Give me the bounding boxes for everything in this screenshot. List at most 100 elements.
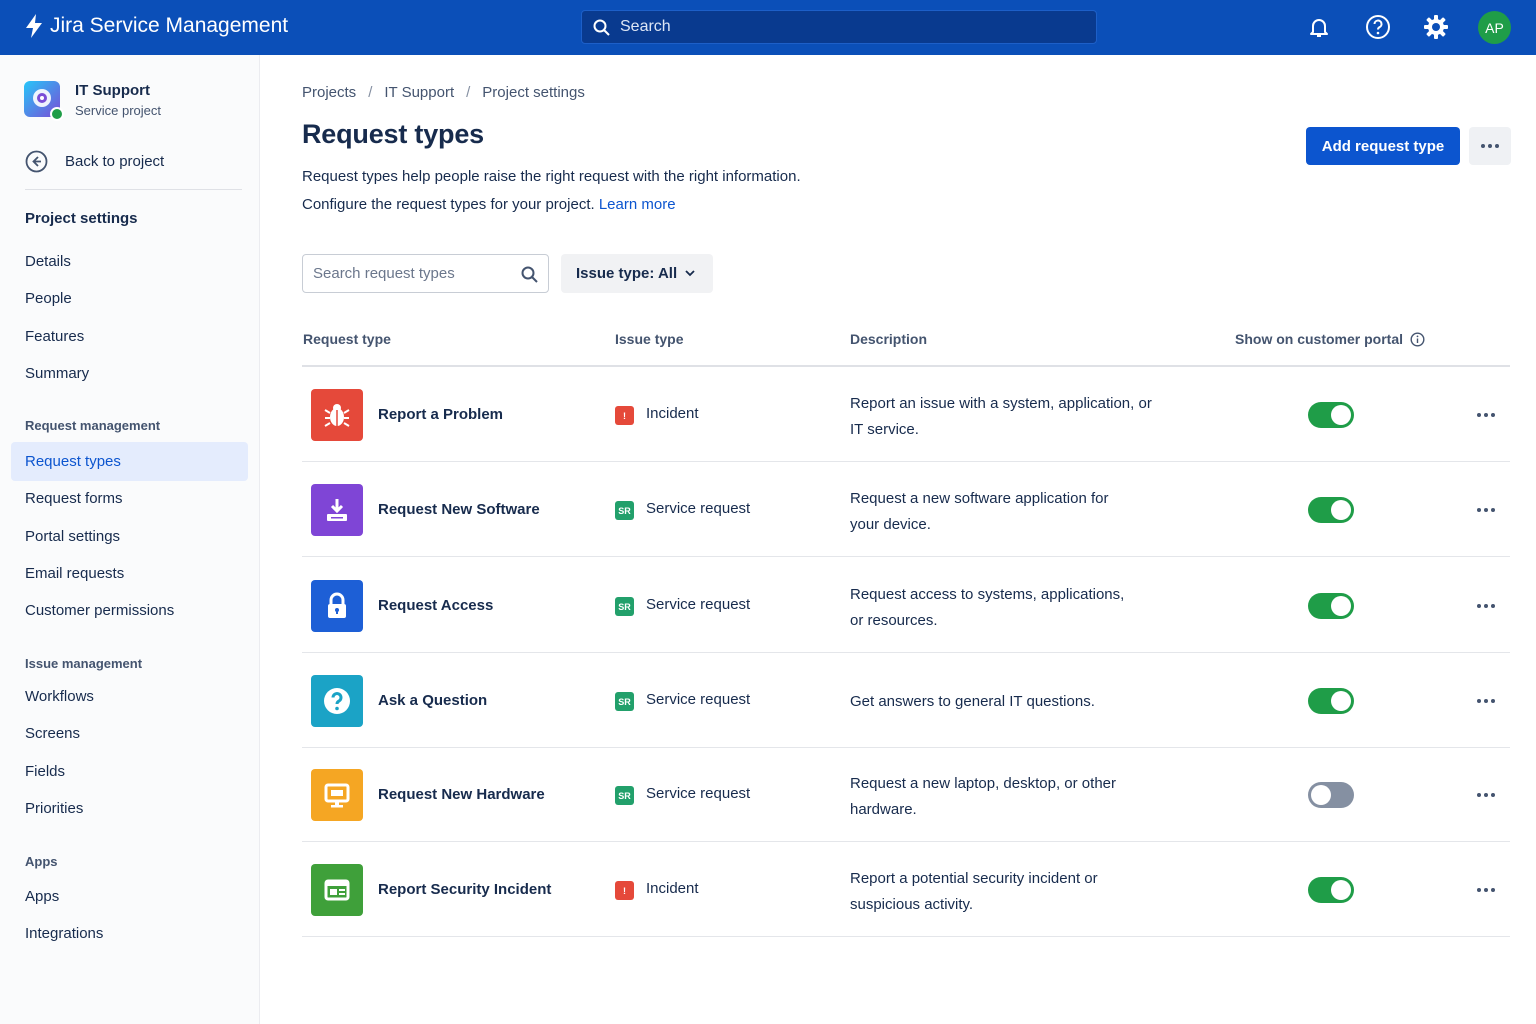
toggle-knob xyxy=(1331,500,1351,520)
sidebar-item-workflows[interactable]: Workflows xyxy=(25,688,94,705)
description-line: Report a potential security incident or xyxy=(850,870,1098,887)
sidebar-item-priorities[interactable]: Priorities xyxy=(25,800,83,817)
info-icon[interactable] xyxy=(1410,331,1425,347)
help-button[interactable] xyxy=(1364,13,1392,41)
request-type-description: Request a new laptop, desktop, or other h… xyxy=(850,771,1190,823)
monitor-icon xyxy=(311,769,363,821)
service-request-icon: SR xyxy=(615,501,634,520)
page-title: Request types xyxy=(302,119,484,149)
show-on-portal-toggle[interactable] xyxy=(1308,402,1354,428)
table-row[interactable]: Report a Problem! Incident Report an issue… xyxy=(302,367,1510,462)
breadcrumb: Projects / IT Support / Project settings xyxy=(302,84,585,101)
description-line: Get answers to general IT questions. xyxy=(850,693,1095,710)
page-more-actions-button[interactable] xyxy=(1469,127,1511,165)
show-on-portal-toggle[interactable] xyxy=(1308,497,1354,523)
back-to-project-link[interactable]: Back to project xyxy=(25,150,164,173)
lightning-icon xyxy=(26,14,42,38)
more-horizontal-icon xyxy=(1477,793,1495,797)
request-type-name[interactable]: Request New Software xyxy=(378,501,540,518)
page-description: Request types help people raise the righ… xyxy=(302,168,801,185)
toggle-knob xyxy=(1311,785,1331,805)
settings-button[interactable] xyxy=(1422,13,1450,41)
user-avatar[interactable]: AP xyxy=(1478,11,1511,44)
bug-icon xyxy=(311,389,363,441)
app-logo[interactable]: Jira Service Management xyxy=(24,14,288,38)
row-more-actions-button[interactable] xyxy=(1472,596,1500,616)
more-horizontal-icon xyxy=(1477,508,1495,512)
sidebar-item-customer-permissions[interactable]: Customer permissions xyxy=(25,602,174,619)
question-icon xyxy=(311,675,363,727)
back-label: Back to project xyxy=(65,153,165,170)
project-status-dot xyxy=(50,107,64,121)
project-avatar xyxy=(24,81,64,121)
issue-type-filter-dropdown[interactable]: Issue type: All xyxy=(561,254,713,293)
search-request-types-placeholder: Search request types xyxy=(313,265,455,282)
table-row[interactable]: Report Security Incident! Incident Report … xyxy=(302,842,1510,937)
learn-more-link[interactable]: Learn more xyxy=(599,196,676,213)
issue-type-label: Incident xyxy=(646,405,699,422)
breadcrumb-separator: / xyxy=(368,84,373,101)
show-on-portal-toggle[interactable] xyxy=(1308,593,1354,619)
sidebar-item-portal-settings[interactable]: Portal settings xyxy=(25,528,120,545)
breadcrumb-projects[interactable]: Projects xyxy=(302,84,356,101)
more-horizontal-icon xyxy=(1477,888,1495,892)
request-type-name[interactable]: Report a Problem xyxy=(378,406,503,423)
search-placeholder: Search xyxy=(620,18,671,35)
search-request-types-input[interactable]: Search request types xyxy=(302,254,549,293)
service-request-icon: SR xyxy=(615,597,634,616)
global-search-input[interactable]: Search xyxy=(581,10,1097,44)
sidebar-item-summary[interactable]: Summary xyxy=(25,365,89,382)
sidebar-item-apps[interactable]: Apps xyxy=(25,888,59,905)
row-more-actions-button[interactable] xyxy=(1472,405,1500,425)
sidebar-item-details[interactable]: Details xyxy=(25,253,71,270)
add-request-type-button[interactable]: Add request type xyxy=(1306,127,1460,165)
sidebar-item-screens[interactable]: Screens xyxy=(25,725,80,742)
description-line: your device. xyxy=(850,516,931,533)
issue-type-filter-label: Issue type: All xyxy=(576,265,678,282)
table-row[interactable]: Request New Hardware SR Service request Req… xyxy=(302,747,1510,842)
toggle-knob xyxy=(1331,596,1351,616)
more-horizontal-icon xyxy=(1477,413,1495,417)
breadcrumb-it-support[interactable]: IT Support xyxy=(384,84,454,101)
row-more-actions-button[interactable] xyxy=(1472,880,1500,900)
issue-type-label: Service request xyxy=(646,691,751,708)
breadcrumb-project-settings[interactable]: Project settings xyxy=(482,84,585,101)
toggle-knob xyxy=(1331,691,1351,711)
request-type-name[interactable]: Report Security Incident xyxy=(378,881,551,898)
sidebar-item-request-types[interactable]: Request types xyxy=(11,442,248,481)
sidebar-item-fields[interactable]: Fields xyxy=(25,763,65,780)
sidebar: IT Support Service project Back to proje… xyxy=(0,55,260,1024)
apps-heading: Apps xyxy=(25,854,58,869)
id-card-icon xyxy=(311,864,363,916)
notifications-button[interactable] xyxy=(1305,13,1333,41)
sidebar-item-email-requests[interactable]: Email requests xyxy=(25,565,124,582)
request-type-name[interactable]: Request New Hardware xyxy=(378,786,545,803)
description-line: Request a new laptop, desktop, or other xyxy=(850,775,1117,792)
row-more-actions-button[interactable] xyxy=(1472,691,1500,711)
show-on-portal-toggle[interactable] xyxy=(1308,877,1354,903)
arrow-left-circle-icon xyxy=(25,150,48,173)
description-line: suspicious activity. xyxy=(850,896,974,913)
description-line: IT service. xyxy=(850,421,919,438)
table-row[interactable]: Ask a Question SR Service request Get answe… xyxy=(302,653,1510,748)
show-on-portal-toggle[interactable] xyxy=(1308,688,1354,714)
column-header-request-type: Request type xyxy=(303,331,391,347)
request-type-name[interactable]: Ask a Question xyxy=(378,692,487,709)
sidebar-item-integrations[interactable]: Integrations xyxy=(25,925,103,942)
issue-type-label: Service request xyxy=(646,500,751,517)
project-header[interactable]: IT Support Service project xyxy=(24,81,161,121)
column-header-issue-type: Issue type xyxy=(615,331,684,347)
sidebar-item-features[interactable]: Features xyxy=(25,328,84,345)
request-type-name[interactable]: Request Access xyxy=(378,597,493,614)
row-more-actions-button[interactable] xyxy=(1472,785,1500,805)
show-on-portal-toggle[interactable] xyxy=(1308,782,1354,808)
row-more-actions-button[interactable] xyxy=(1472,500,1500,520)
description-line: hardware. xyxy=(850,801,917,818)
description-line: or resources. xyxy=(850,612,938,629)
table-row[interactable]: Request New Software SR Service request Req… xyxy=(302,462,1510,557)
sidebar-item-request-forms[interactable]: Request forms xyxy=(25,490,123,507)
sidebar-item-people[interactable]: People xyxy=(25,290,72,307)
table-row[interactable]: Request Access SR Service request Request a… xyxy=(302,558,1510,653)
description-line: Request a new software application for xyxy=(850,490,1109,507)
service-request-icon: SR xyxy=(615,692,634,711)
